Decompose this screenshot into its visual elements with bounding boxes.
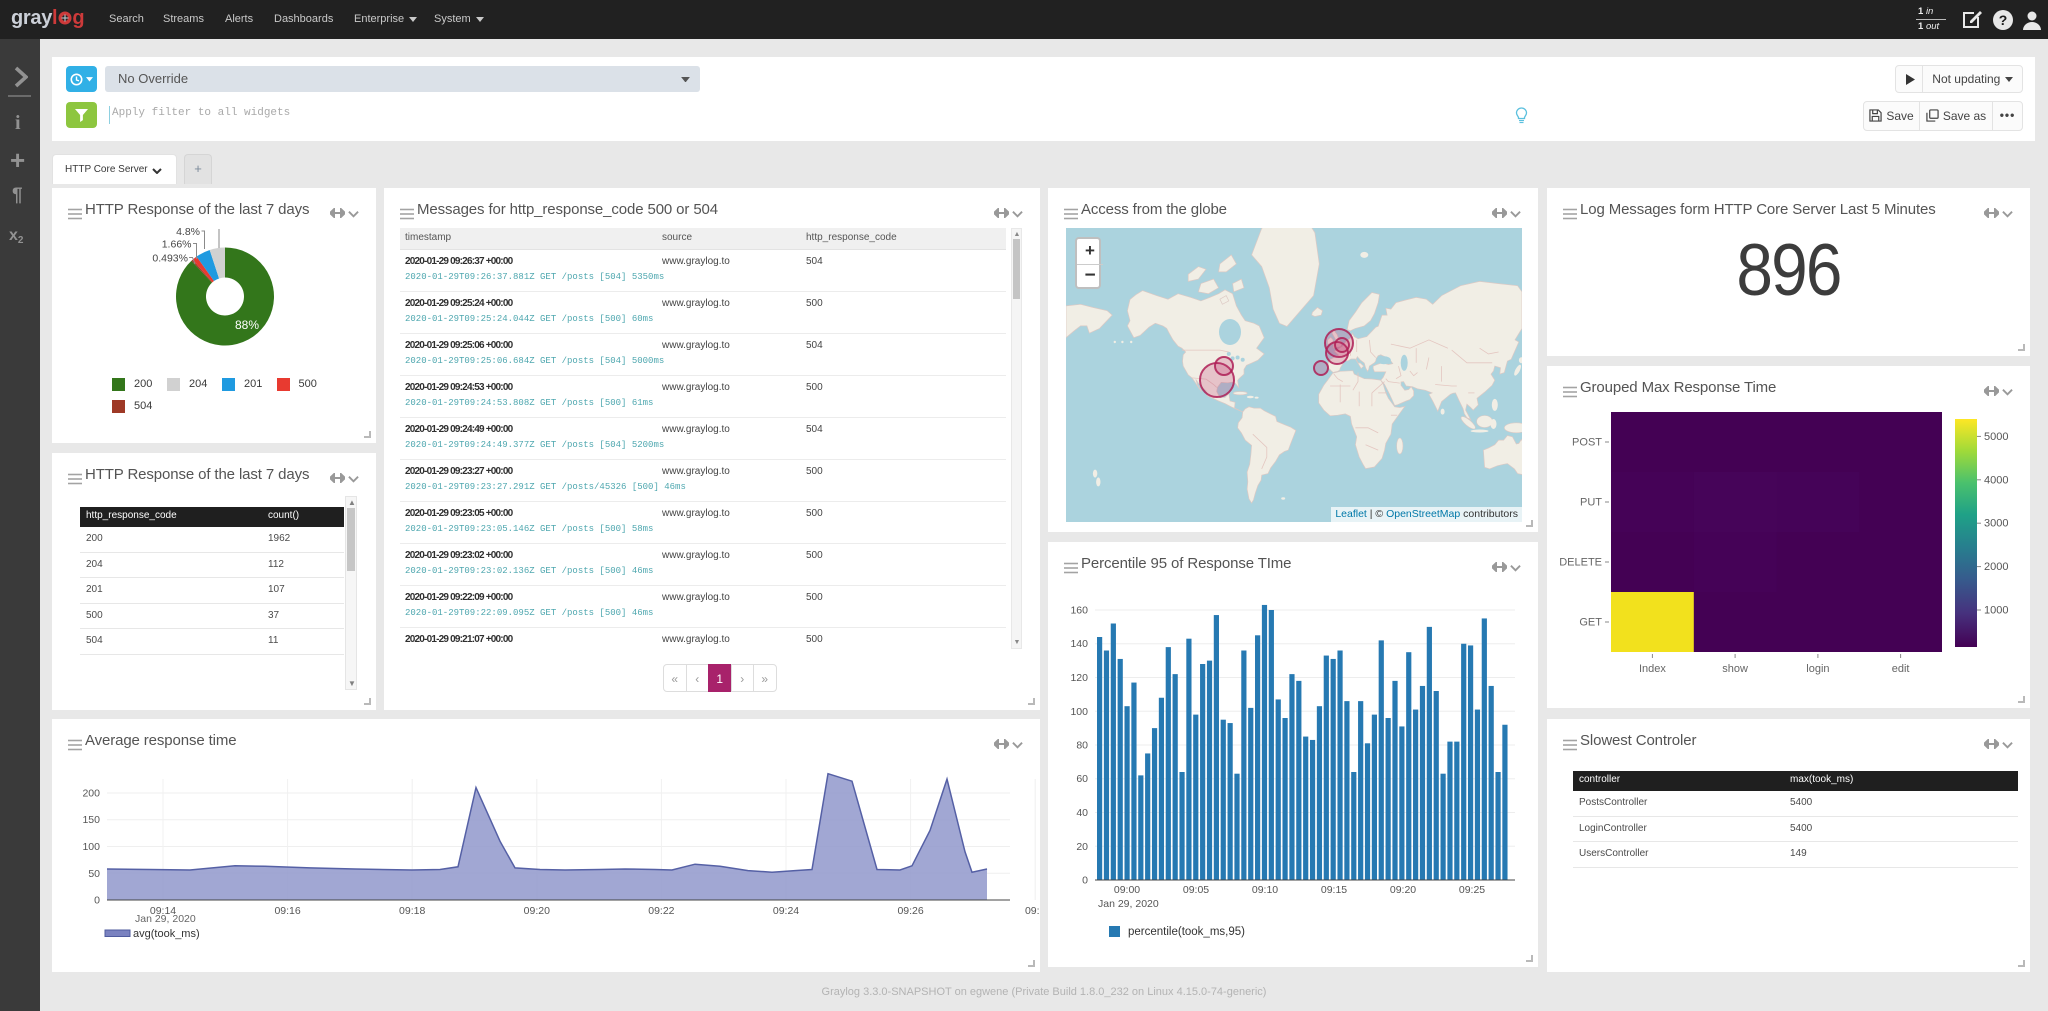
svg-text:4000: 4000 xyxy=(1984,474,2008,486)
svg-text:0: 0 xyxy=(94,895,100,907)
svg-text:5000: 5000 xyxy=(1984,431,2008,443)
svg-text:100: 100 xyxy=(82,841,100,853)
svg-text:4.8%: 4.8% xyxy=(176,226,200,238)
svg-text:login: login xyxy=(1806,663,1829,675)
svg-text:Index: Index xyxy=(1639,663,1666,675)
svg-text:09:18: 09:18 xyxy=(399,905,425,917)
svg-text:09:15: 09:15 xyxy=(1321,884,1347,896)
svg-text:20: 20 xyxy=(1076,841,1088,853)
svg-text:09:20: 09:20 xyxy=(524,905,550,917)
svg-text:60: 60 xyxy=(1076,773,1088,785)
svg-text:avg(took_ms): avg(took_ms) xyxy=(133,928,200,940)
svg-text:200: 200 xyxy=(82,788,100,800)
svg-text:0.493%: 0.493% xyxy=(152,253,188,265)
svg-text:150: 150 xyxy=(82,814,100,826)
svg-text:09:25: 09:25 xyxy=(1459,884,1485,896)
svg-text:160: 160 xyxy=(1070,605,1088,617)
svg-text:09:24: 09:24 xyxy=(773,905,799,917)
svg-text:140: 140 xyxy=(1070,638,1088,650)
svg-text:show: show xyxy=(1722,663,1748,675)
svg-text:Jan 29, 2020: Jan 29, 2020 xyxy=(1098,898,1159,910)
svg-text:120: 120 xyxy=(1070,672,1088,684)
svg-text:09:16: 09:16 xyxy=(274,905,300,917)
svg-text:09:2: 09:2 xyxy=(1025,905,1040,917)
svg-text:40: 40 xyxy=(1076,807,1088,819)
svg-text:1000: 1000 xyxy=(1984,605,2008,617)
svg-text:1.66%: 1.66% xyxy=(162,239,192,251)
svg-text:3000: 3000 xyxy=(1984,518,2008,530)
svg-text:09:22: 09:22 xyxy=(648,905,674,917)
svg-text:Jan 29, 2020: Jan 29, 2020 xyxy=(135,913,196,925)
svg-text:PUT: PUT xyxy=(1580,497,1602,509)
svg-text:50: 50 xyxy=(88,868,100,880)
svg-text:09:00: 09:00 xyxy=(1114,884,1140,896)
svg-text:09:05: 09:05 xyxy=(1183,884,1209,896)
svg-text:2000: 2000 xyxy=(1984,561,2008,573)
svg-text:100: 100 xyxy=(1070,706,1088,718)
svg-text:?: ? xyxy=(1999,12,2008,28)
svg-text:80: 80 xyxy=(1076,740,1088,752)
svg-text:POST: POST xyxy=(1572,437,1602,449)
svg-text:percentile(took_ms,95): percentile(took_ms,95) xyxy=(1128,926,1245,938)
svg-text:09:26: 09:26 xyxy=(897,905,923,917)
svg-text:GET: GET xyxy=(1579,617,1602,629)
svg-text:edit: edit xyxy=(1892,663,1910,675)
svg-text:DELETE: DELETE xyxy=(1559,557,1602,569)
svg-text:09:10: 09:10 xyxy=(1252,884,1278,896)
svg-text:88%: 88% xyxy=(235,318,259,332)
svg-text:0: 0 xyxy=(1082,875,1088,887)
svg-text:09:20: 09:20 xyxy=(1390,884,1416,896)
